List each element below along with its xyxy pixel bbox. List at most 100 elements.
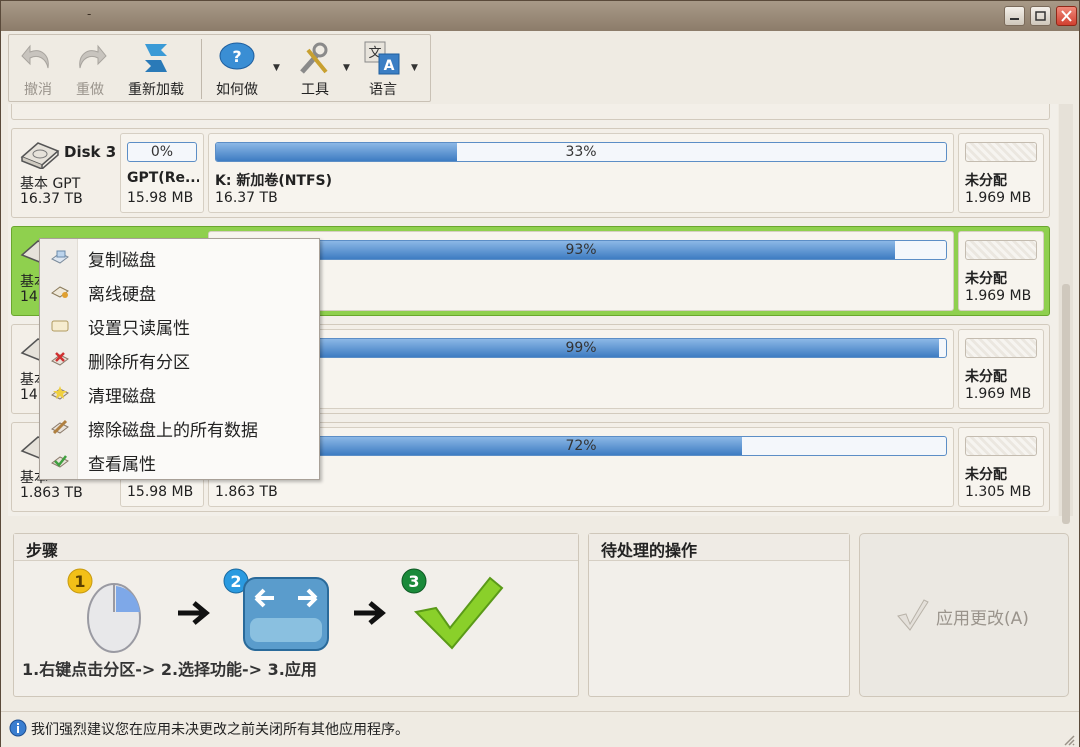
svg-text:3: 3	[408, 572, 419, 591]
steps-caption: 1.右键点击分区-> 2.选择功能-> 3.应用	[22, 660, 317, 679]
disk-size: 16.37 TB	[20, 191, 83, 207]
select-function-icon: 2	[223, 568, 329, 651]
menu-item-offline-disk[interactable]: 离线硬盘	[40, 274, 319, 308]
howto-dropdown-arrow[interactable]: ▼	[273, 63, 280, 73]
unallocated-block[interactable]: 未分配 1.969 MB	[958, 133, 1044, 213]
menu-item-properties[interactable]: 查看属性	[40, 444, 319, 478]
status-bar: 我们强烈建议您在应用未决更改之前关闭所有其他应用程序。	[1, 711, 1079, 747]
toolbar: 撤消 重做 重新加载 ? 如何做 ▼ 工具 ▼ 文 A 语言 ▼	[8, 34, 431, 102]
partition-name: S)	[215, 366, 949, 382]
unallocated-block[interactable]: 未分配 1.969 MB	[958, 231, 1044, 311]
close-button[interactable]	[1056, 6, 1077, 26]
partition-name: 未分配	[965, 467, 1007, 483]
close-icon	[1061, 10, 1072, 22]
mouse-icon: 1	[67, 568, 141, 653]
partition-name: 未分配	[965, 271, 1007, 287]
language-button[interactable]: 文 A 语言	[355, 37, 411, 101]
unallocated-bar	[965, 436, 1037, 456]
usage-bar: 33%	[215, 142, 947, 162]
pending-operations-panel: 待处理的操作	[588, 533, 850, 697]
arrow-right-icon	[354, 601, 386, 625]
minimize-button[interactable]	[1004, 6, 1025, 26]
partition-size: 15.98 MB	[127, 484, 194, 500]
info-icon	[9, 719, 27, 737]
tools-button[interactable]: 工具	[287, 37, 343, 101]
delete-partitions-icon	[51, 352, 69, 366]
status-text: 我们强烈建议您在应用未决更改之前关闭所有其他应用程序。	[31, 722, 409, 738]
arrow-right-icon	[178, 601, 210, 625]
toolbar-separator	[201, 39, 202, 99]
svg-text:A: A	[384, 58, 395, 74]
wipe-disk-icon	[51, 419, 69, 435]
undo-button[interactable]: 撤消	[13, 37, 63, 101]
tools-dropdown-arrow[interactable]: ▼	[343, 63, 350, 73]
tools-icon	[300, 42, 328, 74]
scrollbar-thumb[interactable]	[1062, 284, 1070, 524]
disk-row[interactable]: Disk 3 基本 GPT 16.37 TB 0% GPT(Re... 15.9…	[11, 128, 1050, 218]
undo-icon	[21, 44, 49, 69]
menu-item-clean-disk[interactable]: 清理磁盘	[40, 376, 319, 410]
partition-size: 16.37 TB	[215, 190, 278, 206]
menu-item-wipe-disk[interactable]: 擦除磁盘上的所有数据	[40, 410, 319, 444]
apply-changes-button[interactable]: 应用更改(A)	[859, 533, 1069, 697]
title-bar[interactable]: -	[1, 1, 1079, 31]
window-title: -	[87, 7, 92, 21]
disk-type: 基本 GPT	[20, 176, 81, 192]
svg-text:2: 2	[230, 572, 241, 591]
partition-size: 1.969 MB	[965, 288, 1032, 304]
partition-name: K: 新加卷(NTFS)	[215, 173, 333, 189]
steps-panel: 步骤 1 2 3 1.右键点击分区-> 2.选择功能-> 3.应用	[13, 533, 579, 697]
reload-icon	[145, 44, 167, 72]
partition-name: GPT(Re...	[127, 170, 199, 186]
language-dropdown-arrow[interactable]: ▼	[411, 63, 418, 73]
disk-name: Disk 3	[64, 143, 117, 161]
disk-info[interactable]: Disk 3 基本 GPT 16.37 TB	[16, 133, 118, 213]
menu-item-readonly[interactable]: 设置只读属性	[40, 308, 319, 342]
unallocated-block[interactable]: 未分配 1.969 MB	[958, 329, 1044, 409]
unallocated-bar	[965, 142, 1037, 162]
checkmark-icon	[897, 599, 929, 631]
unallocated-block[interactable]: 未分配 1.305 MB	[958, 427, 1044, 507]
usage-bar: 0%	[127, 142, 197, 162]
disk-row-previous[interactable]	[11, 104, 1050, 120]
partition-size: 1.969 MB	[965, 190, 1032, 206]
partition-name: 未分配	[965, 369, 1007, 385]
copy-disk-icon	[51, 250, 69, 264]
svg-text:?: ?	[232, 47, 241, 66]
partition-size: 1.969 MB	[965, 386, 1032, 402]
disk-size: 14	[20, 387, 38, 403]
howto-button[interactable]: ? 如何做	[209, 37, 265, 101]
partition-name: S)	[215, 464, 949, 480]
pending-title: 待处理的操作	[589, 534, 849, 561]
partition-size: 15.98 MB	[127, 190, 194, 206]
minimize-icon	[1010, 18, 1019, 20]
menu-item-copy-disk[interactable]: 复制磁盘	[40, 240, 319, 274]
disk-size: 14	[20, 289, 38, 305]
vertical-scrollbar[interactable]	[1059, 104, 1073, 524]
resize-grip-icon[interactable]	[1063, 734, 1075, 746]
help-icon: ?	[219, 42, 255, 70]
partition-size: 1.305 MB	[965, 484, 1032, 500]
partition-name: 未分配	[965, 173, 1007, 189]
clean-disk-icon	[51, 386, 69, 400]
redo-icon	[79, 44, 107, 69]
unallocated-bar	[965, 240, 1037, 260]
partition-name: S)	[215, 268, 949, 284]
redo-button[interactable]: 重做	[65, 37, 115, 101]
usage-bar: 99%	[215, 338, 947, 358]
apply-check-icon: 3	[401, 568, 504, 650]
usage-bar: 72%	[215, 436, 947, 456]
language-icon: 文 A	[364, 41, 400, 75]
partition-block[interactable]: 33% K: 新加卷(NTFS) 16.37 TB	[208, 133, 954, 213]
partition-size: 1.863 TB	[215, 484, 278, 500]
maximize-icon	[1035, 11, 1046, 21]
reload-button[interactable]: 重新加载	[117, 37, 195, 101]
usage-bar: 93%	[215, 240, 947, 260]
maximize-button[interactable]	[1030, 6, 1051, 26]
properties-icon	[51, 455, 69, 468]
steps-title: 步骤	[14, 534, 578, 561]
menu-item-delete-partitions[interactable]: 删除所有分区	[40, 342, 319, 376]
readonly-icon	[51, 320, 69, 332]
hard-disk-icon	[20, 142, 60, 169]
partition-block[interactable]: 0% GPT(Re... 15.98 MB	[120, 133, 204, 213]
